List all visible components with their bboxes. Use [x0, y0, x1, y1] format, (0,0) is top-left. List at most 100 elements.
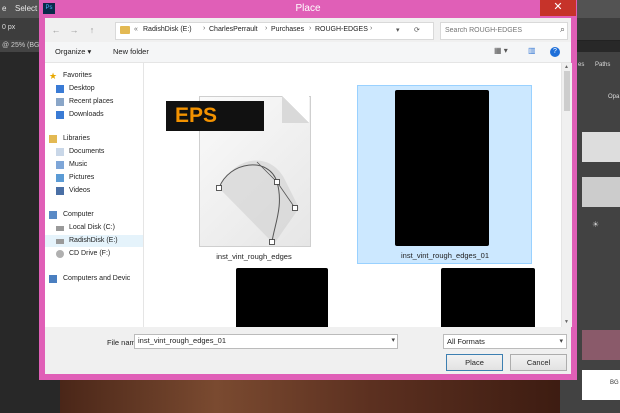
- file-item[interactable]: [224, 268, 344, 327]
- downloads-icon: [56, 111, 64, 119]
- filename-field[interactable]: ▾: [134, 334, 398, 349]
- drive-icon: [56, 226, 64, 231]
- layer-thumbnail[interactable]: [582, 132, 620, 162]
- nav-item-network[interactable]: Computers and Devic: [45, 273, 143, 285]
- nav-item-downloads[interactable]: Downloads: [45, 109, 143, 121]
- search-box[interactable]: ⌕: [440, 22, 568, 40]
- layer-thumbnail[interactable]: [582, 330, 620, 360]
- view-icon[interactable]: ▦ ▾: [494, 46, 508, 55]
- help-icon[interactable]: ?: [550, 47, 560, 57]
- close-icon: ✕: [553, 1, 563, 13]
- file-item[interactable]: [429, 268, 549, 327]
- nav-item-recent-places[interactable]: Recent places: [45, 96, 143, 108]
- up-arrow-icon[interactable]: ↑: [85, 23, 99, 37]
- cd-icon: [56, 250, 64, 258]
- file-name-label: inst_vint_rough_edges: [216, 252, 292, 261]
- back-arrow-icon[interactable]: ←: [49, 23, 63, 37]
- folder-icon: [120, 26, 130, 34]
- menu-item-select[interactable]: Select: [15, 4, 37, 13]
- vertical-scrollbar[interactable]: ▲ ▼: [561, 63, 572, 327]
- opacity-label: Opa: [608, 94, 620, 100]
- nav-item-pictures[interactable]: Pictures: [45, 172, 143, 184]
- address-dropdown-icon[interactable]: ▾: [396, 26, 400, 34]
- nav-item-favorites[interactable]: ★ Favorites: [45, 70, 143, 82]
- drive-icon: [56, 239, 64, 244]
- preview-pane-icon[interactable]: ▥: [528, 46, 536, 55]
- scroll-thumb[interactable]: [564, 71, 570, 111]
- nav-item-radishdisk[interactable]: RadishDisk (E:): [45, 235, 143, 247]
- bezier-curve-icon: [216, 160, 299, 245]
- chevron-down-icon[interactable]: ▾: [559, 335, 563, 348]
- videos-icon: [56, 187, 64, 195]
- file-list: EPS inst_vint_rough_edges inst_vint_roug…: [144, 63, 561, 327]
- breadcrumb-purchases[interactable]: Purchases: [271, 26, 304, 33]
- breadcrumb-radishdisk[interactable]: RadishDisk (E:): [143, 26, 192, 33]
- breadcrumb-charlesperrault[interactable]: CharlesPerrault: [209, 26, 258, 33]
- filename-input[interactable]: [135, 335, 386, 346]
- nav-item-videos[interactable]: Videos: [45, 185, 143, 197]
- document-tab-label: @ 25% (BG: [2, 42, 40, 49]
- forward-arrow-icon[interactable]: →: [67, 23, 81, 37]
- breadcrumb-rough-edges[interactable]: ROUGH-EDGES: [315, 26, 368, 33]
- nav-item-cd-drive[interactable]: CD Drive (F:): [45, 248, 143, 260]
- nav-item-desktop[interactable]: Desktop: [45, 83, 143, 95]
- file-name-label: inst_vint_rough_edges_01: [401, 251, 489, 260]
- nav-item-local-disk[interactable]: Local Disk (C:): [45, 222, 143, 234]
- search-icon[interactable]: ⌕: [560, 24, 565, 35]
- libraries-icon: [49, 135, 57, 143]
- new-folder-button[interactable]: New folder: [113, 47, 149, 56]
- toolbar: Organize ▾ New folder ▦ ▾ ▥ ?: [45, 42, 571, 63]
- rough-edge-thumbnail: [236, 268, 328, 327]
- chevron-right-icon[interactable]: ›: [265, 25, 267, 32]
- nav-item-documents[interactable]: Documents: [45, 146, 143, 158]
- breadcrumb-overflow[interactable]: «: [134, 26, 138, 33]
- chevron-right-icon[interactable]: ›: [370, 25, 372, 32]
- panel-tab-paths[interactable]: Paths: [595, 62, 610, 68]
- search-input[interactable]: [441, 23, 553, 37]
- document-tab[interactable]: @ 25% (BG: [0, 40, 40, 52]
- format-select-value: All Formats: [447, 337, 485, 346]
- nav-item-music[interactable]: Music: [45, 159, 143, 171]
- place-button[interactable]: Place: [446, 354, 503, 371]
- dialog-footer: File name: ▾ All Formats ▾ Place Cancel: [45, 327, 571, 374]
- chevron-right-icon[interactable]: ›: [309, 25, 311, 32]
- nav-label: Favorites: [63, 72, 92, 79]
- scroll-up-icon[interactable]: ▲: [564, 64, 569, 70]
- nav-label: Downloads: [69, 111, 104, 118]
- nav-label: Local Disk (C:): [69, 224, 115, 231]
- music-icon: [56, 161, 64, 169]
- computer-icon: [49, 211, 57, 219]
- desktop-icon: [56, 85, 64, 93]
- chevron-right-icon[interactable]: ›: [203, 25, 205, 32]
- layer-thumbnail-bg[interactable]: BG: [582, 370, 620, 400]
- menu-item-edit-partial[interactable]: e: [2, 4, 6, 13]
- dialog-title: Place: [295, 3, 321, 14]
- organize-button[interactable]: Organize ▾: [55, 47, 91, 56]
- nav-item-computer[interactable]: Computer: [45, 209, 143, 221]
- canvas-photo: [60, 378, 580, 413]
- layer-label: BG: [610, 380, 619, 386]
- address-bar[interactable]: « RadishDisk (E:) › CharlesPerrault › Pu…: [115, 22, 434, 40]
- nav-label: Music: [69, 161, 88, 168]
- sun-icon[interactable]: ☀: [592, 220, 599, 229]
- panel-tab-layers[interactable]: es: [578, 62, 584, 68]
- file-item-eps[interactable]: EPS inst_vint_rough_edges: [144, 63, 344, 263]
- chevron-down-icon[interactable]: ▾: [391, 336, 395, 344]
- documents-icon: [56, 148, 64, 156]
- refresh-icon[interactable]: ⟳: [414, 26, 420, 34]
- close-button[interactable]: ✕: [540, 0, 576, 16]
- cancel-button[interactable]: Cancel: [510, 354, 567, 371]
- star-icon: ★: [49, 71, 58, 81]
- nav-label: Pictures: [69, 174, 95, 181]
- recent-icon: [56, 98, 64, 106]
- nav-label: Desktop: [69, 85, 95, 92]
- dialog-body: ← → ↑ « RadishDisk (E:) › CharlesPerraul…: [45, 18, 572, 374]
- scroll-down-icon[interactable]: ▼: [564, 319, 569, 325]
- layer-thumbnail[interactable]: [582, 177, 620, 207]
- nav-label: Recent places: [69, 98, 114, 105]
- file-item-selected[interactable]: inst_vint_rough_edges_01: [357, 85, 532, 264]
- rough-edge-thumbnail: [441, 268, 535, 327]
- nav-item-libraries[interactable]: Libraries: [45, 133, 143, 145]
- nav-label: Computer: [63, 211, 94, 218]
- format-select[interactable]: All Formats ▾: [443, 334, 567, 349]
